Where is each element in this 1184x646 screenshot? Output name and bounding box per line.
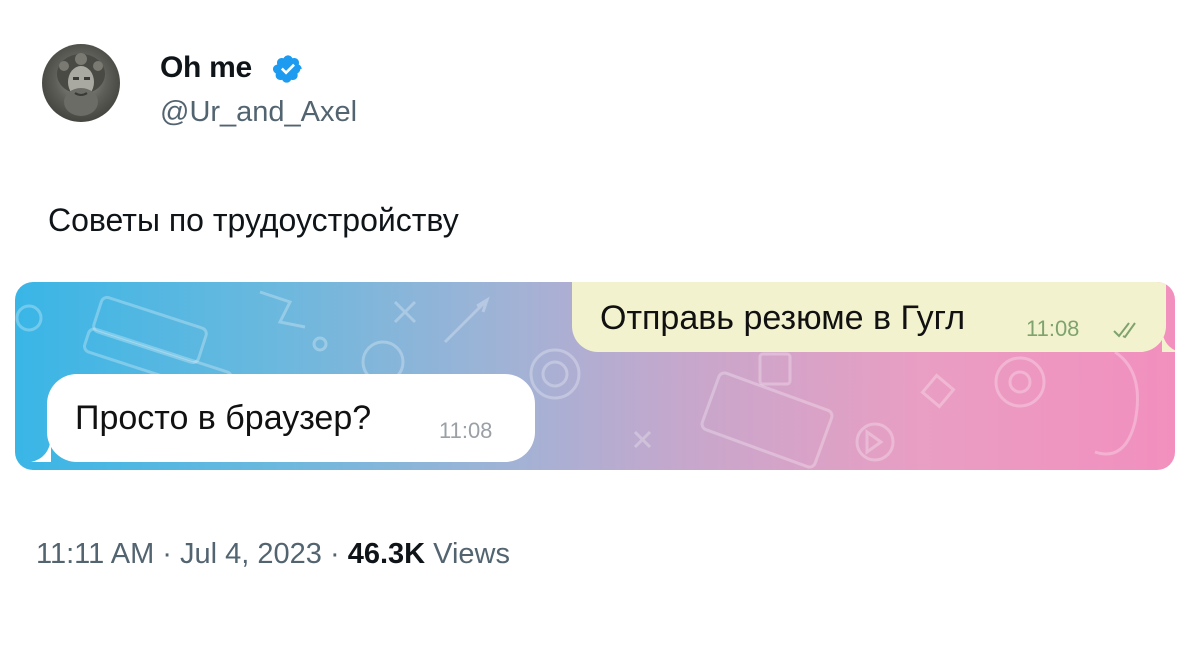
incoming-message-time: 11:08 <box>439 418 493 443</box>
incoming-message-text: Просто в браузер? <box>75 399 372 437</box>
user-handle[interactable]: @Ur_and_Axel <box>160 94 357 130</box>
meta-separator: · <box>329 538 340 570</box>
views-label: Views <box>433 538 511 570</box>
outgoing-message-bubble[interactable]: Отправь резюме в Гугл 11:08 <box>572 282 1175 352</box>
outgoing-message-text: Отправь резюме в Гугл <box>600 299 966 337</box>
tweet-text: Советы по трудоустройству <box>48 202 459 238</box>
tweet-media-image[interactable]: Отправь резюме в Гугл 11:08 Просто в бра… <box>15 282 1175 470</box>
views-count[interactable]: 46.3K <box>348 538 425 570</box>
incoming-message-bubble[interactable]: Просто в браузер? 11:08 <box>31 374 535 462</box>
avatar[interactable] <box>42 44 120 122</box>
tweet-time[interactable]: 11:11 AM <box>36 538 154 570</box>
bubble-tail-icon <box>1162 330 1175 352</box>
tweet-date[interactable]: Jul 4, 2023 <box>180 538 322 570</box>
tweet-meta: 11:11 AM · Jul 4, 2023 · 46.3K Views <box>36 536 510 572</box>
verified-badge-icon <box>273 55 302 83</box>
outgoing-message-time: 11:08 <box>1026 316 1080 341</box>
double-check-icon <box>1113 322 1136 339</box>
meta-separator: · <box>162 538 172 570</box>
display-name[interactable]: Oh me <box>160 50 252 86</box>
bubble-tail-icon <box>31 438 51 462</box>
